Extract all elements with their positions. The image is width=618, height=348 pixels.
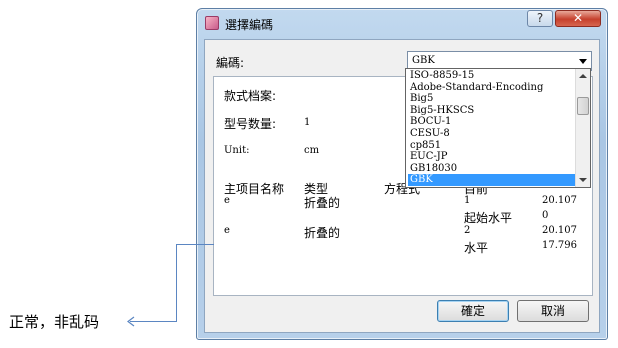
dropdown-option[interactable]: Big5-HKSCS <box>408 105 578 117</box>
title-bar[interactable]: 選擇編碼 ? ✕ <box>197 9 607 35</box>
chevron-down-icon[interactable] <box>579 59 587 64</box>
dialog-title: 選擇編碼 <box>225 18 274 32</box>
unit-label: Unit: <box>224 145 250 156</box>
column-header-name: 主项目名称 <box>224 182 285 196</box>
row-2-value-b: 0 <box>542 210 549 221</box>
annotation-line-vertical <box>176 244 177 322</box>
row-4-value-b: 17.796 <box>542 240 577 251</box>
arrow-left-icon <box>127 316 135 327</box>
scrollbar-thumb[interactable] <box>577 97 589 115</box>
annotation-note: 正常，非乱码 <box>9 313 100 331</box>
annotation-arrow-shaft <box>130 321 177 322</box>
row-1-value-a: 1 <box>464 195 471 206</box>
annotation-line-horizontal <box>176 244 214 245</box>
model-qty-value: 1 <box>304 117 311 128</box>
scroll-down-icon[interactable] <box>579 178 587 182</box>
row-3-name: e <box>224 225 230 236</box>
unit-value: cm <box>304 145 320 156</box>
dropdown-option[interactable]: EUC-JP <box>408 151 578 163</box>
row-1-type: 折叠的 <box>304 196 341 210</box>
dropdown-scrollbar[interactable] <box>575 69 590 187</box>
cancel-button[interactable]: 取消 <box>517 300 589 322</box>
scroll-up-icon[interactable] <box>579 74 587 78</box>
ok-button[interactable]: 確定 <box>437 300 509 322</box>
encoding-label: 編碼: <box>216 56 245 70</box>
dropdown-option[interactable]: BOCU-1 <box>408 116 578 128</box>
help-button[interactable]: ? <box>527 10 553 27</box>
dropdown-option[interactable]: cp851 <box>408 140 578 152</box>
app-icon <box>205 16 219 30</box>
row-3-value-a: 2 <box>464 225 471 236</box>
dropdown-option[interactable]: Big5 <box>408 93 578 105</box>
dropdown-option[interactable]: ISO-8859-15 <box>408 70 578 82</box>
row-2-value-a: 起始水平 <box>464 211 513 225</box>
encoding-dropdown-list[interactable]: ISO-8859-15 Adobe-Standard-Encoding Big5 Bi… <box>405 68 591 188</box>
row-3-value-b: 20.107 <box>542 225 577 236</box>
close-button[interactable]: ✕ <box>555 10 601 27</box>
encoding-selected-value: GBK <box>412 55 435 66</box>
dropdown-option[interactable]: Adobe-Standard-Encoding <box>408 82 578 94</box>
dropdown-option[interactable]: GB18030 <box>408 163 578 175</box>
row-3-type: 折叠的 <box>304 226 341 240</box>
model-qty-label: 型号数量: <box>224 117 277 131</box>
dropdown-option[interactable]: CESU-8 <box>408 128 578 140</box>
row-1-name: e <box>224 195 230 206</box>
row-1-value-b: 20.107 <box>542 195 577 206</box>
row-4-value-a: 水平 <box>464 241 489 255</box>
dropdown-option[interactable]: GBK <box>408 174 578 187</box>
style-file-label: 款式档案: <box>224 89 277 103</box>
